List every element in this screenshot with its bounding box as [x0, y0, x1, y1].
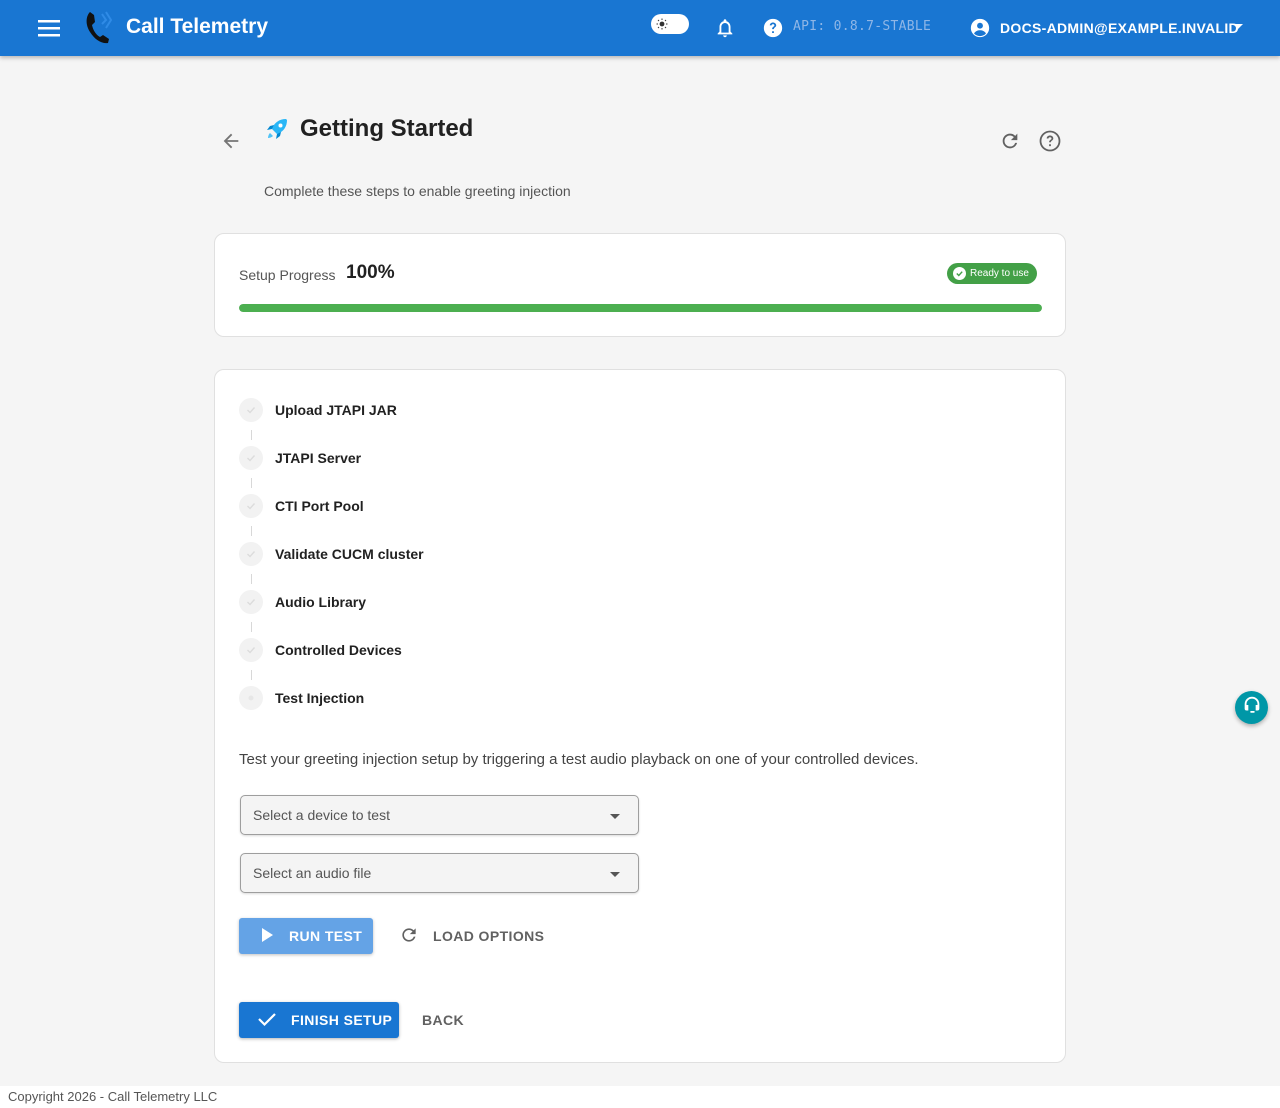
step-validate-cucm-cluster[interactable]: Validate CUCM cluster	[239, 542, 424, 566]
progress-card: Setup Progress 100% Ready to use	[214, 233, 1066, 337]
back-button[interactable]: BACK	[422, 1002, 472, 1038]
load-options-button[interactable]: LOAD OPTIONS	[399, 918, 547, 954]
caret-down-icon[interactable]	[1233, 24, 1243, 29]
api-version: API: 0.8.7-STABLE	[793, 19, 932, 34]
step-connector	[251, 430, 252, 440]
theme-toggle[interactable]	[651, 14, 689, 34]
step-cti-port-pool[interactable]: CTI Port Pool	[239, 494, 364, 518]
finish-setup-label: FINISH SETUP	[291, 1012, 393, 1028]
headset-icon	[1241, 694, 1263, 721]
step-connector	[251, 574, 252, 584]
device-select[interactable]: Select a device to test	[240, 795, 639, 835]
step-label: Audio Library	[275, 594, 367, 610]
footer: Copyright 2026 - Call Telemetry LLC	[0, 1086, 1280, 1108]
step-connector	[251, 478, 252, 488]
step-label: JTAPI Server	[275, 450, 362, 466]
check-icon	[257, 1011, 277, 1030]
account-icon[interactable]	[969, 17, 991, 39]
step-jtapi-server[interactable]: JTAPI Server	[239, 446, 361, 470]
menu-icon[interactable]	[36, 16, 64, 40]
run-test-button[interactable]: RUN TEST	[239, 918, 373, 954]
check-icon	[239, 494, 263, 518]
step-controlled-devices[interactable]: Controlled Devices	[239, 638, 402, 662]
app-title: Call Telemetry	[126, 15, 269, 38]
app-bar: Call Telemetry API: 0.8.7-STABLE DOCS-AD…	[0, 0, 1280, 56]
test-description: Test your greeting injection setup by tr…	[239, 751, 919, 768]
check-icon	[239, 638, 263, 662]
dropdown-arrow-icon	[610, 814, 620, 819]
play-icon	[261, 927, 273, 945]
step-test-injection[interactable]: Test Injection	[239, 686, 364, 710]
step-label: Validate CUCM cluster	[275, 546, 424, 562]
progress-bar-fill	[239, 304, 1042, 312]
sun-icon	[653, 15, 671, 33]
run-test-label: RUN TEST	[289, 928, 363, 944]
step-connector	[251, 622, 252, 632]
dropdown-arrow-icon	[610, 872, 620, 877]
rocket-icon	[264, 116, 290, 142]
steps-card: Upload JTAPI JAR JTAPI Server CTI Port P…	[214, 369, 1066, 1063]
page-subtitle: Complete these steps to enable greeting …	[264, 183, 571, 199]
phone-logo-icon	[84, 10, 116, 46]
refresh-icon[interactable]	[999, 130, 1021, 152]
check-icon	[239, 590, 263, 614]
step-label: Upload JTAPI JAR	[275, 402, 397, 418]
progress-label: Setup Progress	[239, 267, 336, 283]
device-select-placeholder: Select a device to test	[253, 807, 390, 823]
step-label: CTI Port Pool	[275, 498, 364, 514]
help-icon[interactable]	[762, 17, 784, 39]
check-icon	[239, 446, 263, 470]
check-icon	[239, 398, 263, 422]
check-icon	[239, 542, 263, 566]
progress-bar	[239, 304, 1042, 312]
finish-setup-button[interactable]: FINISH SETUP	[239, 1002, 399, 1038]
step-audio-library[interactable]: Audio Library	[239, 590, 366, 614]
status-badge: Ready to use	[947, 263, 1037, 284]
progress-value: 100%	[346, 262, 395, 283]
current-step-dot-icon	[239, 686, 263, 710]
step-connector	[251, 670, 252, 680]
step-connector	[251, 526, 252, 536]
check-circle-icon	[953, 267, 966, 280]
load-options-label: LOAD OPTIONS	[433, 928, 545, 944]
support-fab[interactable]	[1235, 691, 1268, 724]
step-upload-jtapi-jar[interactable]: Upload JTAPI JAR	[239, 398, 397, 422]
step-label: Controlled Devices	[275, 642, 402, 658]
refresh-icon	[399, 925, 419, 948]
page-title: Getting Started	[300, 115, 474, 142]
status-badge-label: Ready to use	[970, 268, 1029, 279]
audio-select-placeholder: Select an audio file	[253, 865, 372, 881]
bell-icon[interactable]	[714, 17, 736, 39]
back-arrow-icon[interactable]	[220, 130, 242, 152]
audio-select[interactable]: Select an audio file	[240, 853, 639, 893]
help-outline-icon[interactable]	[1038, 129, 1062, 153]
step-label: Test Injection	[275, 690, 365, 706]
account-email[interactable]: DOCS-ADMIN@EXAMPLE.INVALID	[1000, 20, 1239, 36]
copyright-text: Copyright 2026 - Call Telemetry LLC	[8, 1089, 218, 1104]
